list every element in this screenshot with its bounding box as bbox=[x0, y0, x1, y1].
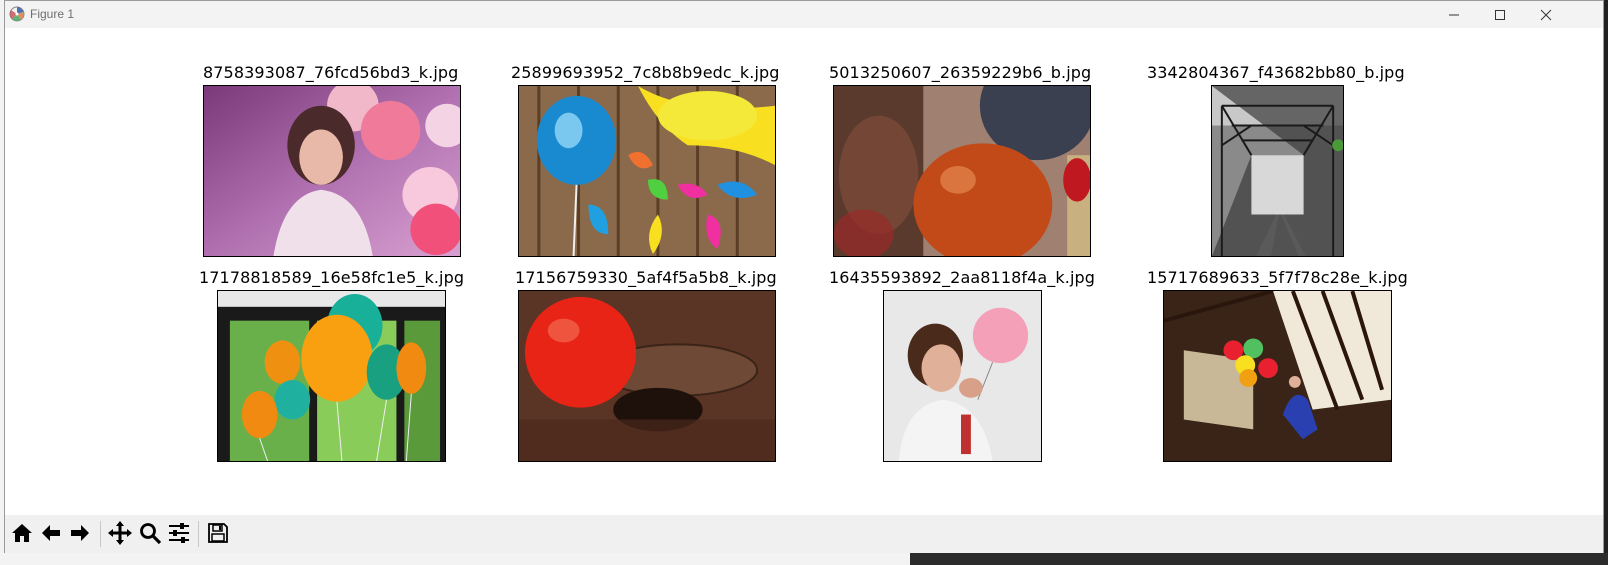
arrow-right-icon bbox=[71, 525, 89, 541]
minimize-button[interactable] bbox=[1431, 1, 1477, 28]
home-icon bbox=[12, 524, 32, 542]
panel-title: 17178818589_16e58fc1e5_k.jpg bbox=[199, 268, 465, 287]
floppy-icon bbox=[208, 523, 228, 543]
navigation-toolbar bbox=[5, 515, 1603, 553]
title-bar[interactable]: Figure 1 bbox=[5, 1, 1603, 28]
panel-title: 25899693952_7c8b8b9edc_k.jpg bbox=[511, 63, 780, 82]
move-icon bbox=[108, 521, 132, 545]
pan-button[interactable] bbox=[105, 518, 135, 548]
image-blue-balloon-feathers bbox=[518, 85, 776, 257]
panel-title: 3342804367_f43682bb80_b.jpg bbox=[1147, 63, 1405, 82]
back-button[interactable] bbox=[36, 518, 66, 548]
figure-canvas[interactable]: 8758393087_76fcd56bd3_k.jpg 25899693952_… bbox=[5, 28, 1603, 527]
maximize-button[interactable] bbox=[1477, 1, 1523, 28]
image-orange-balloon-closeup bbox=[833, 85, 1091, 257]
panel-title: 8758393087_76fcd56bd3_k.jpg bbox=[203, 63, 459, 82]
desktop-window-edge bbox=[0, 553, 910, 565]
maximize-icon bbox=[1495, 10, 1505, 20]
window-title: Figure 1 bbox=[30, 7, 75, 21]
forward-button[interactable] bbox=[65, 518, 95, 548]
zoom-button[interactable] bbox=[135, 518, 165, 548]
panel-title: 17156759330_5af4f5a5b8_k.jpg bbox=[515, 268, 777, 287]
home-button[interactable] bbox=[7, 518, 37, 548]
image-woman-with-balloons bbox=[203, 85, 461, 257]
image-girl-pink-balloon bbox=[883, 290, 1042, 462]
minimize-icon bbox=[1449, 14, 1459, 16]
close-icon bbox=[1540, 9, 1552, 21]
image-balloons-window bbox=[217, 290, 446, 462]
image-child-balloons-bridge bbox=[1163, 290, 1392, 462]
save-button[interactable] bbox=[203, 518, 233, 548]
toolbar-separator bbox=[100, 521, 101, 547]
sliders-icon bbox=[169, 523, 189, 543]
panel-title: 5013250607_26359229b6_b.jpg bbox=[829, 63, 1092, 82]
toolbar-separator bbox=[198, 521, 199, 547]
matplotlib-logo-icon bbox=[9, 6, 25, 22]
arrow-left-icon bbox=[42, 525, 60, 541]
panel-title: 15717689633_5f7f78c28e_k.jpg bbox=[1147, 268, 1408, 287]
close-button[interactable] bbox=[1523, 1, 1569, 28]
panel-title: 16435593892_2aa8118f4a_k.jpg bbox=[829, 268, 1096, 287]
configure-subplots-button[interactable] bbox=[164, 518, 194, 548]
figure-window: Figure 1 8758393087_76fcd56bd3_k.jpg 258… bbox=[4, 0, 1604, 553]
image-bridge-tunnel-bw bbox=[1211, 85, 1344, 257]
magnifier-icon bbox=[140, 523, 162, 545]
image-red-balloon-ground bbox=[518, 290, 776, 462]
